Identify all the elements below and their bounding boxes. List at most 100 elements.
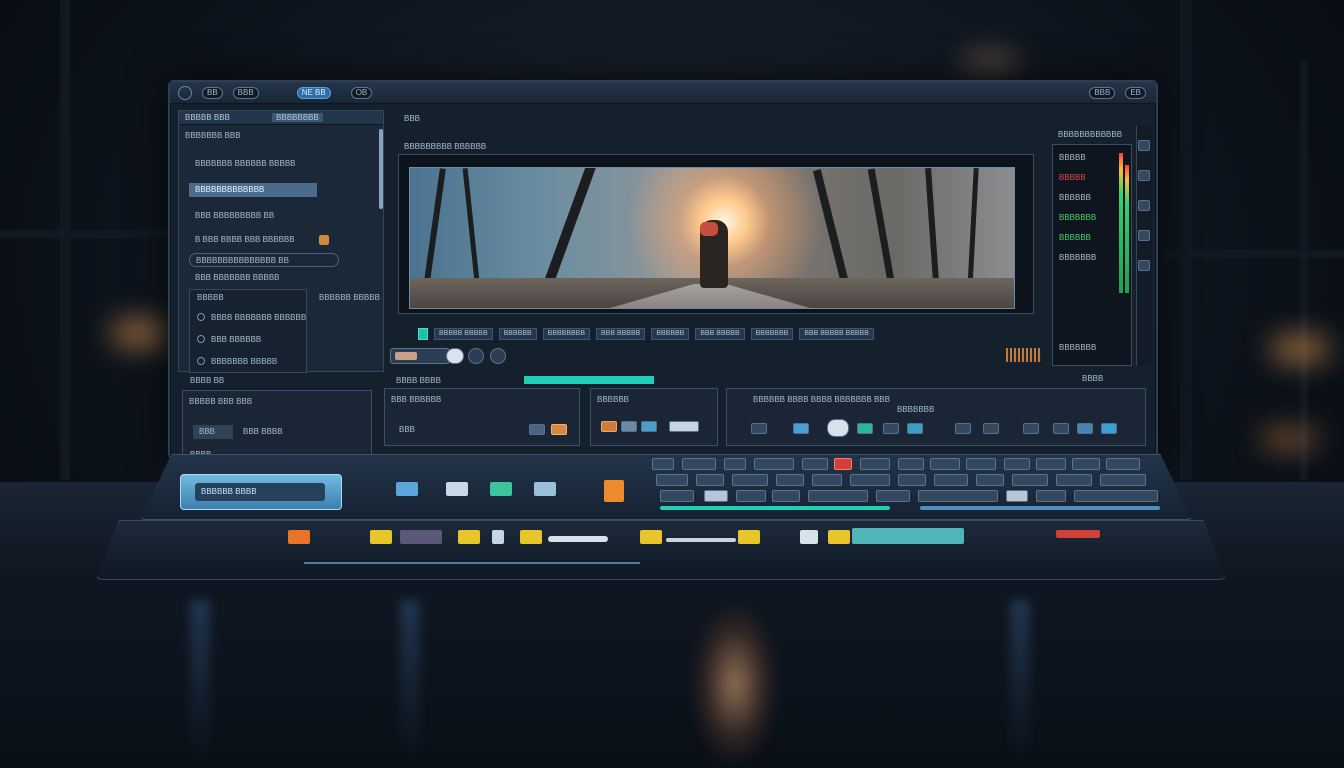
- transport-button[interactable]: [1053, 423, 1069, 434]
- console-key[interactable]: [898, 474, 926, 486]
- video-preview[interactable]: [409, 167, 1015, 309]
- console-key[interactable]: [754, 458, 794, 470]
- transport-button[interactable]: [857, 423, 873, 434]
- search-input[interactable]: BBBBBBBBBBBBBBB BB: [189, 253, 339, 267]
- console-pad-accent[interactable]: [604, 480, 624, 502]
- console-key[interactable]: [736, 490, 766, 502]
- timeline-strip[interactable]: BBBBB BBBBB BBBBBB BBBBBBBB BBB BBBBB BB…: [418, 328, 1038, 340]
- console-key[interactable]: [1012, 474, 1048, 486]
- radio-option[interactable]: BBBB BBBBBBB BBBBBB: [191, 311, 307, 325]
- scrollbar[interactable]: [379, 129, 383, 209]
- console-key[interactable]: [850, 474, 890, 486]
- console-key[interactable]: [1074, 490, 1158, 502]
- console-key[interactable]: [1036, 490, 1066, 502]
- console-fader[interactable]: [548, 536, 608, 542]
- console-key[interactable]: [876, 490, 910, 502]
- console-key[interactable]: [934, 474, 968, 486]
- console-key[interactable]: [696, 474, 724, 486]
- tool-button[interactable]: [1138, 230, 1150, 241]
- timeline-segment[interactable]: BBBBB BBBBB: [434, 328, 493, 340]
- console-button[interactable]: [492, 530, 504, 544]
- radio-option[interactable]: BBBBBBB BBBBB: [191, 355, 307, 369]
- console-key[interactable]: [808, 490, 868, 502]
- console-button-yellow[interactable]: [640, 530, 662, 544]
- list-item[interactable]: B BBB BBBB BBB BBBBBB: [189, 233, 313, 247]
- jog-wheel[interactable]: [827, 419, 849, 437]
- console-fader[interactable]: [666, 538, 736, 542]
- clip-button[interactable]: [601, 421, 617, 432]
- console-key-red[interactable]: [834, 458, 852, 470]
- timeline-segment[interactable]: BBB BBBBB: [596, 328, 646, 340]
- record-button[interactable]: [446, 348, 464, 364]
- mixer-button[interactable]: [529, 424, 545, 435]
- stop-button[interactable]: [490, 348, 506, 364]
- clip-button[interactable]: [641, 421, 657, 432]
- transport-button[interactable]: [1077, 423, 1093, 434]
- topbar-button[interactable]: BB: [202, 86, 223, 99]
- console-button-yellow[interactable]: [738, 530, 760, 544]
- console-key[interactable]: [966, 458, 996, 470]
- console-key[interactable]: [812, 474, 842, 486]
- console-key[interactable]: [1004, 458, 1030, 470]
- console-key[interactable]: [732, 474, 768, 486]
- console-button[interactable]: [800, 530, 818, 544]
- transport-button[interactable]: [793, 423, 809, 434]
- console-button-yellow[interactable]: [828, 530, 850, 544]
- transport-button[interactable]: [983, 423, 999, 434]
- tab-effects[interactable]: BBBBBBBB: [272, 113, 323, 122]
- console-button-yellow[interactable]: [458, 530, 480, 544]
- console-key[interactable]: [802, 458, 828, 470]
- timeline-segment[interactable]: BBBBBB: [651, 328, 690, 340]
- console-button-red[interactable]: [1056, 530, 1100, 538]
- playhead-marker[interactable]: [418, 328, 428, 340]
- console-key[interactable]: [776, 474, 804, 486]
- topbar-button[interactable]: OB: [350, 86, 373, 99]
- console-key[interactable]: [660, 490, 694, 502]
- console-key[interactable]: [682, 458, 716, 470]
- topbar-button-active[interactable]: NE BB: [296, 86, 331, 99]
- console-pad[interactable]: [446, 482, 468, 496]
- console-pad[interactable]: [396, 482, 418, 496]
- play-button[interactable]: [468, 348, 484, 364]
- tool-button[interactable]: [1138, 170, 1150, 181]
- value-field[interactable]: BBB BBBB: [237, 425, 307, 439]
- topbar-button[interactable]: BBB: [1089, 86, 1116, 99]
- timeline-segment[interactable]: BBBBBBBB: [542, 328, 591, 340]
- transport-button[interactable]: [751, 423, 767, 434]
- transport-button[interactable]: [907, 423, 923, 434]
- list-item[interactable]: BBB BBBBBBBBB BB: [189, 209, 313, 223]
- timeline-segment[interactable]: BBB BBBBB BBBBB: [799, 328, 874, 340]
- console-key[interactable]: [898, 458, 924, 470]
- console-key[interactable]: [772, 490, 800, 502]
- console-pad[interactable]: [534, 482, 556, 496]
- timeline-segment[interactable]: BBBBBB: [498, 328, 537, 340]
- value-field[interactable]: BBB: [393, 423, 433, 437]
- console-key[interactable]: [656, 474, 688, 486]
- tab-media[interactable]: BBBBB BBB: [185, 113, 230, 122]
- console-key[interactable]: [652, 458, 674, 470]
- console-pad[interactable]: [490, 482, 512, 496]
- console-button-orange[interactable]: [288, 530, 310, 544]
- list-item-selected[interactable]: BBBBBBBBBBBBB: [189, 183, 317, 197]
- clip-button[interactable]: [669, 421, 699, 432]
- console-key[interactable]: [1072, 458, 1100, 470]
- topbar-button[interactable]: EB: [1125, 86, 1146, 99]
- console-key[interactable]: [724, 458, 746, 470]
- console-key[interactable]: [1036, 458, 1066, 470]
- tool-button[interactable]: [1138, 260, 1150, 271]
- timeline-segment[interactable]: BBB BBBBB: [695, 328, 745, 340]
- app-menu-icon[interactable]: [178, 85, 192, 100]
- tool-button[interactable]: [1138, 140, 1150, 151]
- console-button-yellow[interactable]: [520, 530, 542, 544]
- console-key[interactable]: [918, 490, 998, 502]
- transport-button[interactable]: [1101, 423, 1117, 434]
- list-item[interactable]: BBBBBBB BBBBBB BBBBB: [189, 157, 313, 171]
- console-key[interactable]: [1100, 474, 1146, 486]
- console-key[interactable]: [1106, 458, 1140, 470]
- console-key[interactable]: [1006, 490, 1028, 502]
- playback-controls[interactable]: [390, 348, 450, 364]
- transport-button[interactable]: [955, 423, 971, 434]
- mixer-button[interactable]: [551, 424, 567, 435]
- value-field[interactable]: BBB: [193, 425, 233, 439]
- console-key[interactable]: [860, 458, 890, 470]
